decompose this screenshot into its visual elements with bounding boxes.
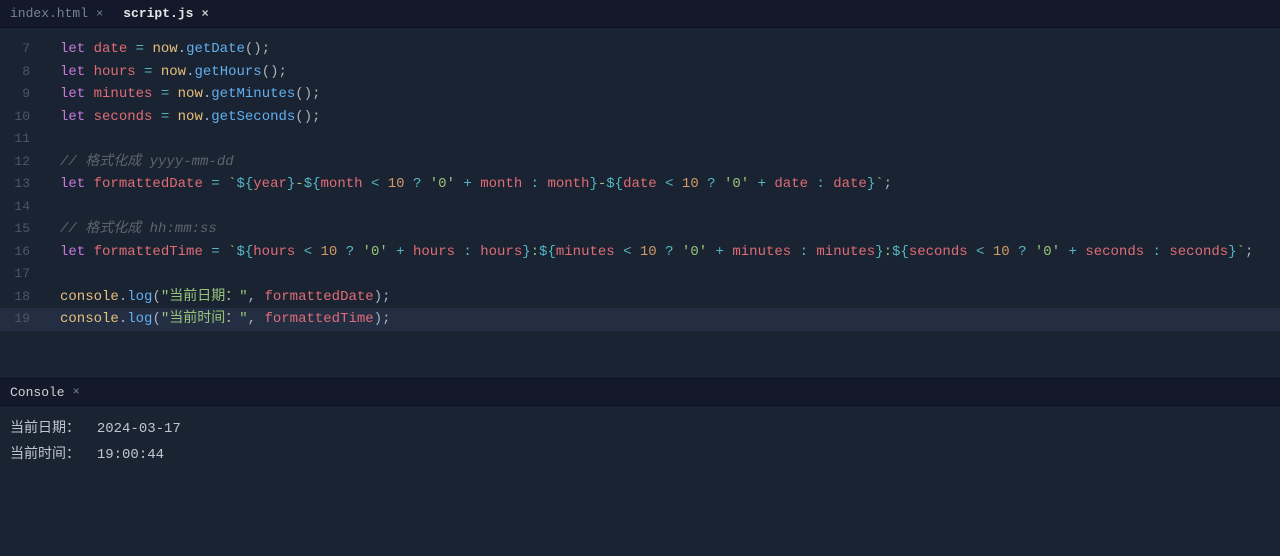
line-number: 9 <box>0 83 45 106</box>
code-line[interactable]: 9let minutes = now.getMinutes(); <box>0 83 1280 106</box>
console-output[interactable]: 当前日期： 2024-03-17 当前时间： 19:00:44 <box>0 406 1280 556</box>
code-content: let formattedTime = `${hours < 10 ? '0' … <box>45 241 1280 264</box>
code-line[interactable]: 14 <box>0 196 1280 219</box>
code-line[interactable]: 19console.log("当前时间：", formattedTime); <box>0 308 1280 331</box>
code-content <box>45 263 1280 286</box>
code-content: // 格式化成 yyyy-mm-dd <box>45 151 1280 174</box>
code-line[interactable]: 10let seconds = now.getSeconds(); <box>0 106 1280 129</box>
line-number: 11 <box>0 128 45 151</box>
code-line[interactable]: 15// 格式化成 hh:mm:ss <box>0 218 1280 241</box>
tab-label: script.js <box>123 6 193 21</box>
console-line: 当前日期： 2024-03-17 <box>10 416 1270 442</box>
code-line[interactable]: 16let formattedTime = `${hours < 10 ? '0… <box>0 241 1280 264</box>
line-number: 12 <box>0 151 45 174</box>
code-content <box>45 196 1280 219</box>
close-icon[interactable]: × <box>201 7 208 21</box>
code-content: let date = now.getDate(); <box>45 38 1280 61</box>
line-number: 10 <box>0 106 45 129</box>
code-content: let hours = now.getHours(); <box>45 61 1280 84</box>
code-line[interactable]: 18console.log("当前日期：", formattedDate); <box>0 286 1280 309</box>
code-content: let seconds = now.getSeconds(); <box>45 106 1280 129</box>
code-line[interactable]: 13let formattedDate = `${year}-${month <… <box>0 173 1280 196</box>
line-number: 13 <box>0 173 45 196</box>
code-content <box>45 128 1280 151</box>
line-number: 18 <box>0 286 45 309</box>
code-line[interactable]: 17 <box>0 263 1280 286</box>
line-number: 8 <box>0 61 45 84</box>
tab-script-js[interactable]: script.js × <box>113 0 218 27</box>
close-icon[interactable]: × <box>96 7 103 21</box>
close-icon[interactable]: × <box>73 385 80 399</box>
console-panel-header: Console × <box>0 378 1280 406</box>
code-line[interactable]: 8let hours = now.getHours(); <box>0 61 1280 84</box>
code-content: console.log("当前日期：", formattedDate); <box>45 286 1280 309</box>
code-content: console.log("当前时间：", formattedTime); <box>45 308 1280 331</box>
panel-title: Console <box>10 385 65 400</box>
code-line[interactable]: 7let date = now.getDate(); <box>0 38 1280 61</box>
line-number: 7 <box>0 38 45 61</box>
code-content: let formattedDate = `${year}-${month < 1… <box>45 173 1280 196</box>
line-number: 17 <box>0 263 45 286</box>
code-line[interactable]: 12// 格式化成 yyyy-mm-dd <box>0 151 1280 174</box>
line-number: 16 <box>0 241 45 264</box>
code-content: let minutes = now.getMinutes(); <box>45 83 1280 106</box>
code-line[interactable]: 11 <box>0 128 1280 151</box>
tab-bar: index.html × script.js × <box>0 0 1280 28</box>
tab-label: index.html <box>10 6 88 21</box>
code-content: // 格式化成 hh:mm:ss <box>45 218 1280 241</box>
line-number: 15 <box>0 218 45 241</box>
code-editor[interactable]: 7let date = now.getDate();8let hours = n… <box>0 28 1280 378</box>
line-number: 14 <box>0 196 45 219</box>
line-number: 19 <box>0 308 45 331</box>
tab-index-html[interactable]: index.html × <box>0 0 113 27</box>
console-line: 当前时间： 19:00:44 <box>10 442 1270 468</box>
